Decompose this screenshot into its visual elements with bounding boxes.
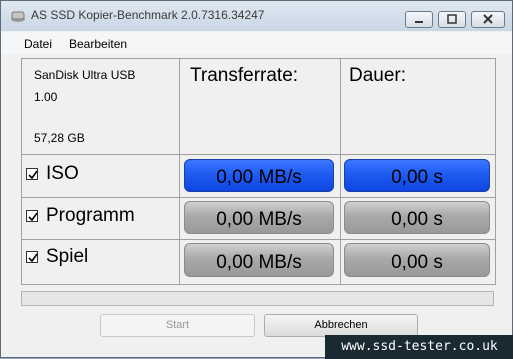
spiel-rate-bar: 0,00 MB/s (184, 243, 334, 277)
spiel-rate-value: 0,00 MB/s (216, 252, 302, 273)
device-firmware: 1.00 (34, 90, 58, 104)
minimize-icon (415, 21, 423, 23)
menu-bearbeiten[interactable]: Bearbeiten (69, 37, 127, 51)
programm-duration-bar: 0,00 s (344, 201, 490, 234)
progress-bar (21, 291, 494, 306)
checkmark-icon (28, 212, 38, 222)
menu-bar: Datei Bearbeiten (1, 32, 512, 54)
row-programm-label[interactable]: Programm (26, 205, 135, 227)
start-button[interactable]: Start (100, 314, 255, 337)
checkmark-icon (28, 253, 38, 263)
window-title: AS SSD Kopier-Benchmark 2.0.7316.34247 (31, 8, 265, 22)
device-size: 57,28 GB (34, 131, 85, 145)
results-panel: SanDisk Ultra USB 1.00 57,28 GB Transfer… (21, 58, 496, 285)
iso-duration-value: 0,00 s (391, 167, 443, 188)
programm-rate-value: 0,00 MB/s (216, 209, 302, 230)
iso-rate-bar: 0,00 MB/s (184, 159, 334, 192)
title-bar[interactable]: AS SSD Kopier-Benchmark 2.0.7316.34247 (1, 1, 512, 31)
iso-label: ISO (46, 163, 79, 184)
maximize-button[interactable] (438, 11, 466, 28)
menu-datei[interactable]: Datei (24, 37, 52, 51)
iso-checkbox[interactable] (26, 168, 38, 180)
spiel-checkbox[interactable] (26, 251, 38, 263)
programm-rate-bar: 0,00 MB/s (184, 201, 334, 234)
iso-rate-value: 0,00 MB/s (216, 167, 302, 188)
close-button[interactable] (471, 11, 505, 28)
row-spiel-label[interactable]: Spiel (26, 246, 88, 268)
abort-button[interactable]: Abbrechen (264, 314, 418, 337)
benchmark-window: AS SSD Kopier-Benchmark 2.0.7316.34247 D… (0, 0, 513, 359)
iso-duration-bar: 0,00 s (344, 159, 490, 192)
programm-duration-value: 0,00 s (391, 209, 443, 230)
header-dauer: Dauer: (349, 65, 407, 86)
row-iso-label[interactable]: ISO (26, 163, 79, 185)
minimize-button[interactable] (405, 11, 433, 28)
programm-checkbox[interactable] (26, 210, 38, 222)
header-transferrate: Transferrate: (190, 65, 299, 86)
programm-label: Programm (46, 205, 135, 226)
spiel-label: Spiel (46, 246, 89, 267)
checkmark-icon (28, 170, 38, 180)
device-name: SanDisk Ultra USB (34, 68, 136, 82)
close-icon (483, 14, 493, 24)
spiel-duration-bar: 0,00 s (344, 243, 490, 277)
maximize-icon (447, 14, 457, 24)
spiel-duration-value: 0,00 s (391, 252, 443, 273)
app-icon (11, 11, 25, 22)
watermark: www.ssd-tester.co.uk (325, 335, 513, 359)
